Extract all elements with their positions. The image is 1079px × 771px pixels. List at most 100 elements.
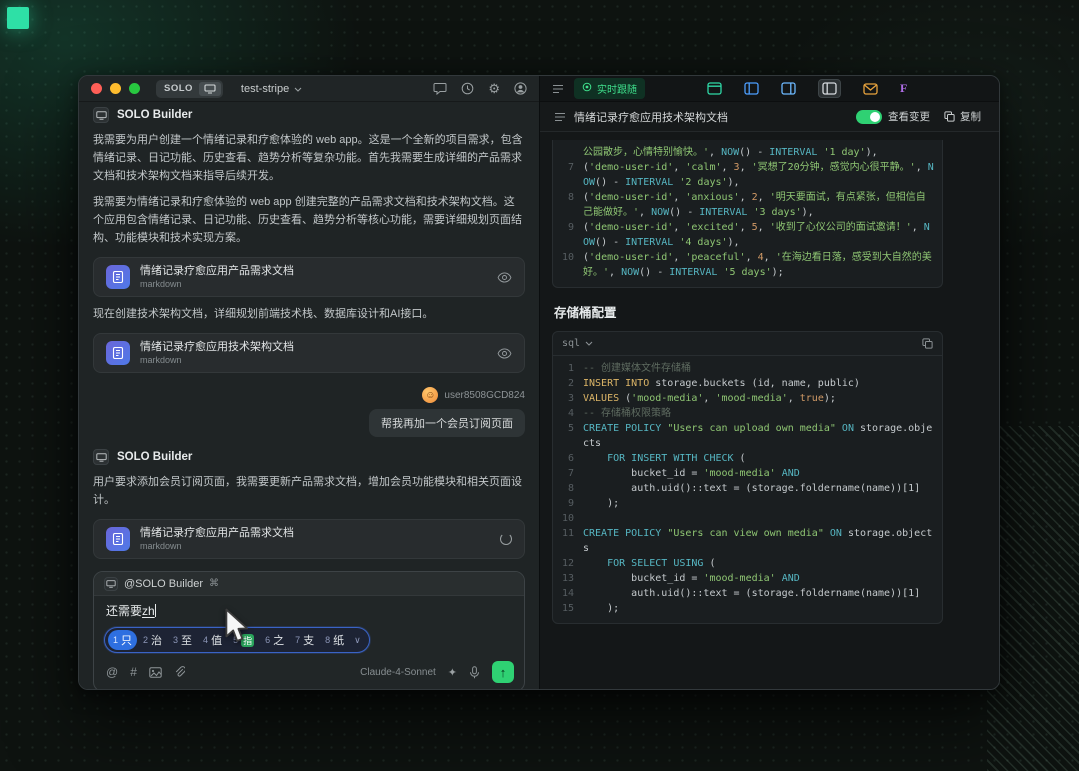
doc-card-prd-updating[interactable]: 情绪记录疗愈应用产品需求文档 markdown bbox=[93, 519, 525, 559]
assistant-name: SOLO Builder bbox=[117, 109, 192, 121]
view-changes-toggle[interactable] bbox=[856, 110, 882, 124]
solo-builder-icon bbox=[93, 107, 109, 123]
command-icon: ⌘ bbox=[209, 578, 219, 589]
document-header-actions: 查看变更 复制 bbox=[856, 109, 981, 124]
code-line: 7 bucket_id = 'mood-media' AND bbox=[557, 466, 934, 481]
app-window: SOLO test-stripe bbox=[78, 75, 1000, 690]
doc-card-type: markdown bbox=[140, 279, 294, 289]
outline-list-icon[interactable] bbox=[554, 112, 566, 122]
solo-mode-switcher[interactable]: SOLO bbox=[156, 80, 223, 98]
blue-panel-icon[interactable] bbox=[744, 82, 759, 95]
minimize-window-button[interactable] bbox=[110, 83, 121, 94]
ime-candidate-2[interactable]: 2治 bbox=[138, 630, 167, 650]
solo-label: SOLO bbox=[158, 83, 199, 94]
solo-builder-icon bbox=[104, 577, 118, 591]
document-header: 情绪记录疗愈应用技术架构文档 查看变更 复制 bbox=[540, 102, 999, 132]
assistant-paragraph: 我需要为用户创建一个情绪记录和疗愈体验的 web app。这是一个全新的项目需求… bbox=[93, 131, 525, 185]
orange-mail-icon[interactable] bbox=[863, 83, 878, 95]
feedback-icon[interactable] bbox=[433, 82, 447, 95]
send-button[interactable]: ↑ bbox=[492, 661, 514, 683]
solo-monitor-icon bbox=[199, 82, 221, 96]
preview-eye-icon[interactable] bbox=[497, 272, 512, 283]
preview-panel: 情绪记录疗愈应用技术架构文档 查看变更 复制 公园散 bbox=[539, 102, 999, 689]
code-line: 4-- 存储桶权限策略 bbox=[557, 406, 934, 421]
copy-document-button[interactable]: 复制 bbox=[944, 109, 981, 124]
model-selector[interactable]: Claude-4-Sonnet bbox=[360, 667, 436, 678]
code-line: 10 bbox=[557, 511, 934, 526]
assistant-message-header: SOLO Builder bbox=[93, 449, 525, 465]
view-changes-label: 查看变更 bbox=[888, 109, 930, 124]
titlebar-action-icons: ⚙ bbox=[433, 82, 527, 95]
composer-toolbar: @ # Claude-4-Sonnet ✦ ↑ bbox=[94, 653, 524, 689]
mention-chip[interactable]: @SOLO Builder bbox=[124, 578, 203, 590]
code-lines: 公园散步，心情特别愉快。', NOW() - INTERVAL '1 day')… bbox=[553, 140, 942, 287]
close-window-button[interactable] bbox=[91, 83, 102, 94]
ime-candidate-3[interactable]: 3至 bbox=[168, 630, 197, 650]
live-follow-badge[interactable]: 实时跟随 bbox=[574, 78, 645, 99]
account-avatar-icon[interactable] bbox=[514, 82, 527, 95]
section-heading: 存储桶配置 bbox=[554, 302, 943, 321]
doc-card-prd[interactable]: 情绪记录疗愈应用产品需求文档 markdown bbox=[93, 257, 525, 297]
code-line: 10('demo-user-id', 'peaceful', 4, '在海边看日… bbox=[557, 250, 934, 280]
hash-context-icon[interactable]: # bbox=[130, 666, 137, 678]
chat-panel: SOLO Builder 我需要为用户创建一个情绪记录和疗愈体验的 web ap… bbox=[79, 102, 539, 689]
preview-tool-icons: F bbox=[707, 79, 907, 98]
live-follow-label: 实时跟随 bbox=[597, 81, 637, 96]
code-line: 3VALUES ('mood-media', 'mood-media', tru… bbox=[557, 391, 934, 406]
composer-input[interactable]: 还需要zh bbox=[94, 596, 524, 621]
mention-at-icon[interactable]: @ bbox=[106, 666, 118, 678]
code-line: 15 ); bbox=[557, 601, 934, 616]
preview-eye-icon[interactable] bbox=[497, 348, 512, 359]
code-line: 8 auth.uid()::text = (storage.foldername… bbox=[557, 481, 934, 496]
attachment-icon[interactable] bbox=[174, 666, 185, 678]
microphone-icon[interactable] bbox=[469, 666, 480, 679]
document-icon bbox=[106, 265, 130, 289]
project-name: test-stripe bbox=[241, 83, 289, 95]
window-controls bbox=[91, 83, 140, 94]
layout-panel-icon-active[interactable] bbox=[818, 79, 841, 98]
code-language-selector[interactable]: sql bbox=[562, 336, 580, 351]
settings-gear-icon[interactable]: ⚙ bbox=[488, 82, 500, 95]
titlebar: SOLO test-stripe bbox=[79, 76, 999, 102]
assistant-message-header: SOLO Builder bbox=[93, 107, 525, 123]
ime-candidate-8[interactable]: 8纸 bbox=[320, 630, 349, 650]
ime-expand-chevron-icon[interactable]: ∨ bbox=[354, 635, 361, 646]
ime-candidate-4[interactable]: 4值 bbox=[198, 630, 227, 650]
zoom-window-button[interactable] bbox=[129, 83, 140, 94]
doc-card-title: 情绪记录疗愈应用产品需求文档 bbox=[140, 265, 294, 278]
code-line: 9('demo-user-id', 'excited', 5, '收到了心仪公司… bbox=[557, 220, 934, 250]
copy-code-icon[interactable] bbox=[922, 338, 933, 349]
history-icon[interactable] bbox=[461, 82, 474, 95]
code-block-seed-data: 公园散步，心情特别愉快。', NOW() - INTERVAL '1 day')… bbox=[552, 140, 943, 288]
ime-composition-text: zh bbox=[142, 604, 155, 618]
code-line: 6 FOR INSERT WITH CHECK ( bbox=[557, 451, 934, 466]
desktop-background: SOLO test-stripe bbox=[0, 0, 1079, 771]
doc-card-architecture[interactable]: 情绪记录疗愈应用技术架构文档 markdown bbox=[93, 333, 525, 373]
ime-candidate-6[interactable]: 6之 bbox=[260, 630, 289, 650]
lightblue-panel-icon[interactable] bbox=[781, 82, 796, 95]
sparkle-enhance-icon[interactable]: ✦ bbox=[448, 666, 457, 679]
panel-list-icon[interactable] bbox=[552, 84, 564, 94]
user-name: user8508GCD824 bbox=[444, 390, 525, 401]
code-line: 11CREATE POLICY "Users can view own medi… bbox=[557, 526, 934, 556]
ime-candidate-7[interactable]: 7支 bbox=[290, 630, 319, 650]
composer-header: @SOLO Builder ⌘ bbox=[94, 572, 524, 596]
code-line: 9 ); bbox=[557, 496, 934, 511]
text-caret bbox=[155, 604, 156, 617]
code-line: 1-- 创建媒体文件存储桶 bbox=[557, 361, 934, 376]
message-composer[interactable]: @SOLO Builder ⌘ 还需要zh 1只2治3至4值5指6之7支8纸∨ … bbox=[93, 571, 525, 689]
view-changes-toggle-group[interactable]: 查看变更 bbox=[856, 109, 930, 124]
background-accent-square bbox=[7, 7, 29, 29]
code-line: 2INSERT INTO storage.buckets (id, name, … bbox=[557, 376, 934, 391]
chevron-down-icon bbox=[585, 336, 593, 351]
ime-candidate-1[interactable]: 1只 bbox=[108, 630, 137, 650]
user-message-row: 帮我再加一个会员订阅页面 bbox=[93, 409, 525, 437]
doc-card-type: markdown bbox=[140, 355, 294, 365]
document-title: 情绪记录疗愈应用技术架构文档 bbox=[574, 109, 728, 125]
chevron-down-icon bbox=[294, 83, 302, 95]
purple-f-panel-icon[interactable]: F bbox=[900, 81, 907, 96]
teal-panel-icon[interactable] bbox=[707, 82, 722, 95]
image-icon[interactable] bbox=[149, 667, 162, 678]
document-content: 公园散步，心情特别愉快。', NOW() - INTERVAL '1 day')… bbox=[540, 132, 999, 689]
project-switcher[interactable]: test-stripe bbox=[241, 83, 302, 95]
